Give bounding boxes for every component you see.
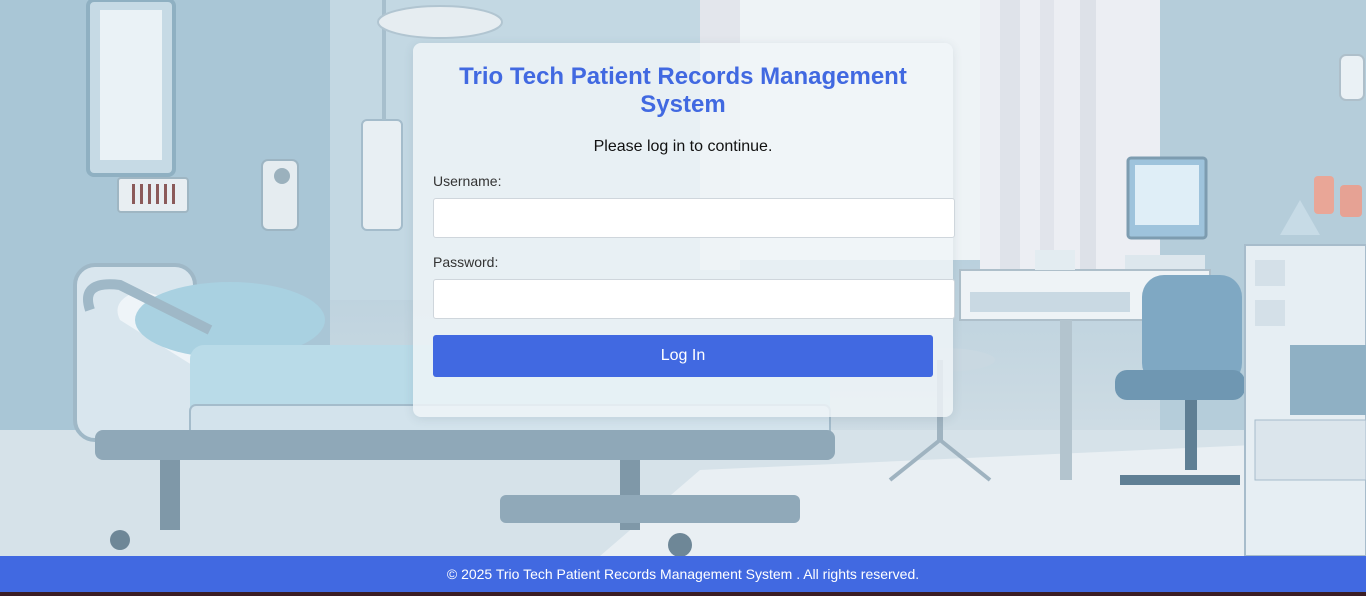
password-input[interactable] xyxy=(433,279,955,319)
login-button[interactable]: Log In xyxy=(433,335,933,377)
page-title: Trio Tech Patient Records Management Sys… xyxy=(459,63,907,118)
footer-bottom-edge xyxy=(0,592,1366,596)
login-page: Trio Tech Patient Records Management Sys… xyxy=(0,0,1366,596)
login-card: Trio Tech Patient Records Management Sys… xyxy=(413,43,955,417)
footer: © 2025 Trio Tech Patient Records Managem… xyxy=(0,556,1366,592)
footer-copyright: © 2025 Trio Tech Patient Records Managem… xyxy=(446,566,920,582)
username-input[interactable] xyxy=(433,198,955,238)
password-label: Password: xyxy=(433,254,499,270)
username-label: Username: xyxy=(433,173,502,189)
login-instructions: Please log in to continue. xyxy=(593,138,773,155)
